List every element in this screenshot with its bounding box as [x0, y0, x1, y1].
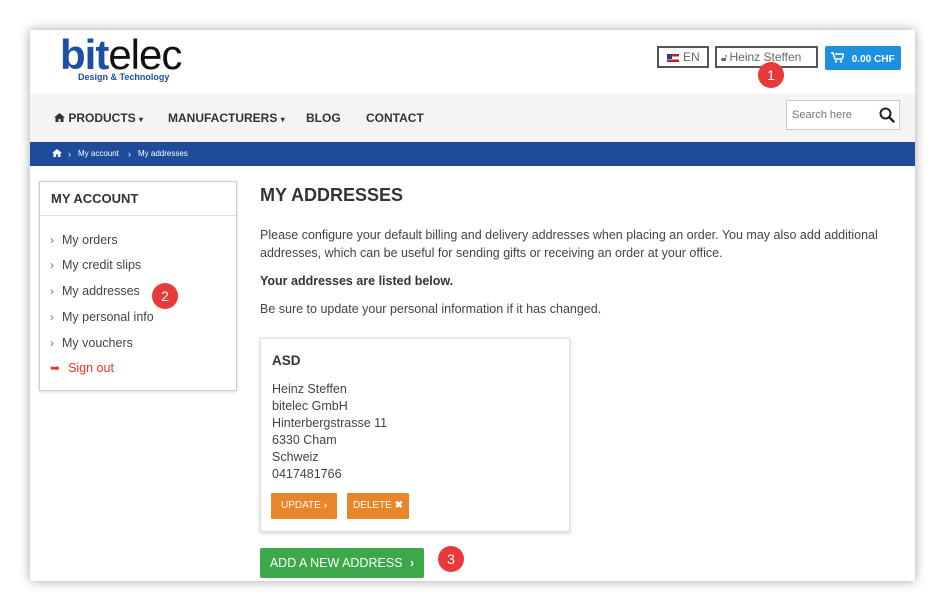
language-selector[interactable]: EN — [657, 46, 709, 68]
callout-badge: 2 — [152, 283, 178, 309]
address-street: Hinterbergstrasse 11 — [272, 416, 388, 430]
page-title: MY ADDRESSES — [260, 185, 404, 205]
caret-down-icon: ▾ — [280, 115, 285, 124]
nav-item-manufacturers[interactable]: MANUFACTURERS ▾ — [168, 111, 285, 125]
breadcrumb-item[interactable]: My account — [78, 142, 119, 166]
cart-total: 0.00 CHF — [851, 54, 895, 65]
nav-item-contact[interactable]: CONTACT — [366, 111, 424, 125]
home-icon — [54, 111, 68, 125]
page-frame: bitelec Design & Technology EN 🔓︎ Heinz S… — [30, 30, 915, 581]
add-address-label: ADD A NEW ADDRESS — [269, 556, 403, 570]
sidebar-item-vouchers[interactable]: › My vouchers — [50, 336, 133, 350]
close-icon: ✖ — [394, 500, 404, 511]
address-country: Schweiz — [272, 450, 319, 464]
callout-badge: 1 — [758, 62, 784, 88]
search-box — [786, 100, 900, 130]
main-nav: PRODUCTS ▾ MANUFACTURERS ▾ BLOG CONTACT — [30, 94, 915, 142]
breadcrumb-item: My addresses — [138, 149, 188, 158]
home-icon[interactable] — [52, 142, 62, 166]
address-alias: ASD — [272, 353, 301, 368]
flag-us-icon — [667, 53, 679, 62]
site-logo[interactable]: bitelec Design & Technology — [60, 34, 200, 90]
caret-down-icon: ▾ — [139, 115, 144, 124]
nav-label: MANUFACTURERS — [168, 111, 278, 125]
chevron-right-icon: › — [410, 556, 415, 570]
sidebar-item-label: My credit slips — [62, 258, 142, 272]
delete-label: DELETE — [352, 500, 392, 511]
nav-item-blog[interactable]: BLOG — [306, 111, 341, 125]
chevron-right-icon: › — [50, 310, 54, 324]
cart-button[interactable]: 0.00 CHF — [825, 46, 901, 70]
logo-wordmark: bitelec — [60, 31, 182, 78]
chevron-right-icon: › — [50, 258, 54, 272]
update-address-button[interactable]: UPDATE › — [271, 493, 337, 519]
update-label: UPDATE — [281, 500, 321, 511]
intro-text: Please configure your default billing an… — [260, 228, 878, 260]
search-input[interactable] — [787, 101, 875, 129]
sidebar-item-label: My vouchers — [62, 336, 133, 350]
sidebar-title: MY ACCOUNT — [40, 182, 236, 216]
delete-address-button[interactable]: DELETE ✖ — [347, 493, 409, 519]
sidebar-item-label: My orders — [62, 233, 118, 247]
address-card: ASD Heinz Steffen bitelec GmbH Hinterber… — [260, 338, 570, 532]
update-note-text: Be sure to update your personal informat… — [260, 302, 602, 316]
address-city: 6330 Cham — [272, 433, 337, 447]
sidebar-item-personal-info[interactable]: › My personal info — [50, 310, 154, 324]
sidebar-item-credit-slips[interactable]: › My credit slips — [50, 258, 141, 272]
chevron-right-icon: › — [50, 284, 54, 298]
breadcrumb: › My account › My addresses — [30, 142, 915, 166]
address-phone: 0417481766 — [272, 467, 342, 481]
nav-item-products[interactable]: PRODUCTS ▾ — [54, 111, 143, 125]
nav-label: PRODUCTS — [68, 111, 136, 125]
address-body: Heinz Steffen bitelec GmbH Hinterbergstr… — [272, 381, 387, 483]
address-name: Heinz Steffen — [272, 382, 347, 396]
lock-icon: 🔓︎ — [721, 53, 728, 64]
language-label: EN — [683, 50, 700, 64]
account-sidebar: MY ACCOUNT › My orders › My credit slips ›… — [39, 181, 237, 391]
chevron-right-icon: › — [128, 149, 131, 159]
sidebar-item-label: My personal info — [62, 310, 154, 324]
address-company: bitelec GmbH — [272, 399, 348, 413]
sidebar-item-signout[interactable]: ➥ Sign out — [50, 361, 114, 375]
sidebar-item-label: Sign out — [68, 361, 114, 375]
chevron-right-icon: › — [50, 336, 54, 350]
signout-icon: ➥ — [50, 361, 61, 375]
callout-badge: 3 — [438, 546, 464, 572]
sidebar-item-addresses[interactable]: › My addresses — [50, 284, 140, 298]
add-address-button[interactable]: ADD A NEW ADDRESS › — [260, 548, 424, 578]
sidebar-item-orders[interactable]: › My orders — [50, 233, 118, 247]
chevron-right-icon: › — [50, 233, 54, 247]
logo-tagline: Design & Technology — [78, 72, 170, 82]
sidebar-item-label: My addresses — [62, 284, 140, 298]
chevron-right-icon: › — [68, 149, 71, 159]
chevron-right-icon: › — [323, 500, 327, 511]
search-icon[interactable] — [877, 105, 897, 125]
cart-icon — [831, 51, 847, 65]
addresses-listed-text: Your addresses are listed below. — [260, 274, 454, 288]
